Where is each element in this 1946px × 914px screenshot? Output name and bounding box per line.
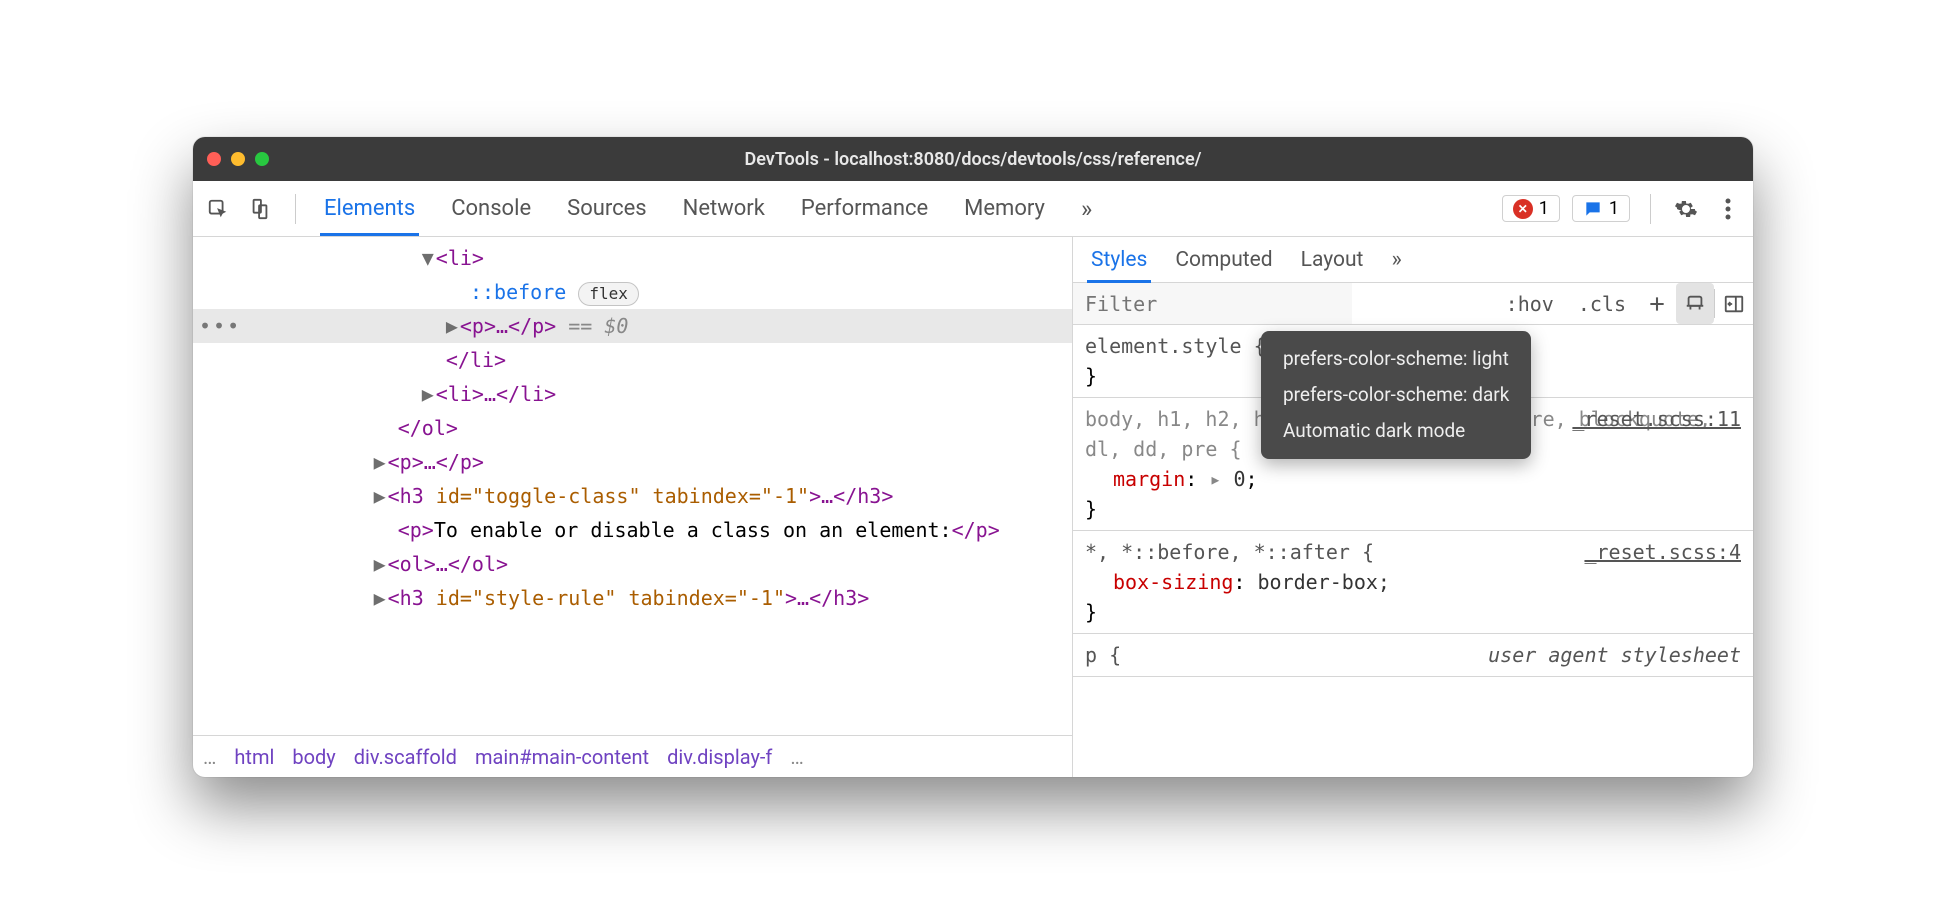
css-property[interactable]: box-sizing: border-box; — [1085, 567, 1741, 597]
dom-line[interactable]: ▶<h3 id="toggle-class" tabindex="-1">…</… — [193, 479, 1072, 513]
breadcrumb-item[interactable]: body — [292, 745, 335, 769]
layout-flex-pill[interactable]: flex — [578, 282, 639, 306]
dom-tree[interactable]: ▼<li> ::before flex ••• ▶<p>…</p> == $0 … — [193, 237, 1072, 735]
dom-line[interactable]: ▼<li> — [193, 241, 1072, 275]
dom-line[interactable]: </li> — [193, 343, 1072, 377]
error-badge[interactable]: ✕ 1 — [1502, 195, 1560, 222]
side-tab-styles[interactable]: Styles — [1091, 238, 1147, 282]
styles-pane: Styles Computed Layout » :hov .cls — [1073, 237, 1753, 777]
dom-line[interactable]: ▶<li>…</li> — [193, 377, 1072, 411]
settings-gear-icon[interactable] — [1671, 194, 1701, 224]
rule-close: } — [1085, 494, 1741, 524]
popup-item-light[interactable]: prefers-color-scheme: light — [1279, 341, 1513, 377]
window-close-button[interactable] — [207, 152, 221, 166]
main-toolbar: Elements Console Sources Network Perform… — [193, 181, 1753, 237]
gutter-dots-icon[interactable]: ••• — [199, 309, 241, 343]
dom-line-selected[interactable]: ••• ▶<p>…</p> == $0 — [193, 309, 1072, 343]
issues-badge[interactable]: 1 — [1572, 195, 1630, 222]
style-rule[interactable]: user agent stylesheet p { — [1073, 634, 1753, 677]
separator — [1650, 194, 1651, 224]
side-tab-computed[interactable]: Computed — [1175, 238, 1272, 282]
color-scheme-popup: prefers-color-scheme: light prefers-colo… — [1261, 331, 1531, 459]
window-title: DevTools - localhost:8080/docs/devtools/… — [745, 149, 1202, 170]
separator — [295, 194, 296, 224]
content: ▼<li> ::before flex ••• ▶<p>…</p> == $0 … — [193, 237, 1753, 777]
dom-line[interactable]: <p>To enable or disable a class on an el… — [193, 513, 1072, 547]
device-toggle-icon[interactable] — [245, 194, 275, 224]
devtools-window: DevTools - localhost:8080/docs/devtools/… — [193, 137, 1753, 777]
filter-bar: :hov .cls — [1073, 283, 1753, 325]
error-icon: ✕ — [1513, 199, 1533, 219]
breadcrumb-item[interactable]: main#main-content — [475, 745, 649, 769]
source-link-ua: user agent stylesheet — [1488, 640, 1741, 670]
breadcrumb-item[interactable]: div.scaffold — [354, 745, 457, 769]
titlebar: DevTools - localhost:8080/docs/devtools/… — [193, 137, 1753, 181]
breadcrumb-item[interactable]: html — [234, 745, 274, 769]
side-tabs-overflow-icon[interactable]: » — [1391, 247, 1401, 272]
toggle-sidebar-icon[interactable] — [1715, 283, 1753, 324]
tab-network[interactable]: Network — [683, 182, 765, 235]
window-minimize-button[interactable] — [231, 152, 245, 166]
css-property[interactable]: margin: ▸ 0; — [1085, 464, 1741, 494]
side-tab-layout[interactable]: Layout — [1301, 238, 1364, 282]
message-count: 1 — [1609, 198, 1619, 219]
main-tabs: Elements Console Sources Network Perform… — [316, 182, 1092, 235]
new-style-rule-plus-icon[interactable] — [1638, 283, 1676, 324]
source-link[interactable]: _reset.scss:11 — [1572, 404, 1741, 434]
tab-performance[interactable]: Performance — [801, 182, 928, 235]
rule-close: } — [1085, 597, 1741, 627]
toggle-cls-button[interactable]: .cls — [1566, 283, 1638, 324]
breadcrumb-overflow-left[interactable]: … — [203, 745, 216, 769]
tabs-overflow-icon[interactable]: » — [1081, 195, 1092, 223]
dom-line[interactable]: </ol> — [193, 411, 1072, 445]
styles-filter-input[interactable] — [1073, 283, 1352, 324]
traffic-lights — [207, 152, 269, 166]
popup-item-dark[interactable]: prefers-color-scheme: dark — [1279, 377, 1513, 413]
tab-memory[interactable]: Memory — [964, 182, 1045, 235]
toggle-hov-button[interactable]: :hov — [1494, 283, 1566, 324]
breadcrumb-overflow-right[interactable]: … — [790, 745, 803, 769]
dom-breadcrumb: … html body div.scaffold main#main-conte… — [193, 735, 1072, 777]
tab-sources[interactable]: Sources — [567, 182, 647, 235]
popup-item-auto-dark[interactable]: Automatic dark mode — [1279, 413, 1513, 449]
tab-console[interactable]: Console — [451, 182, 531, 235]
inspect-element-icon[interactable] — [203, 194, 233, 224]
rendering-emulation-icon[interactable] — [1676, 283, 1714, 324]
elements-pane: ▼<li> ::before flex ••• ▶<p>…</p> == $0 … — [193, 237, 1073, 777]
error-count: 1 — [1539, 198, 1549, 219]
dom-line[interactable]: ▶<p>…</p> — [193, 445, 1072, 479]
dom-line[interactable]: ▶<h3 id="style-rule" tabindex="-1">…</h3… — [193, 581, 1072, 615]
source-link[interactable]: _reset.scss:4 — [1584, 537, 1741, 567]
side-tabs: Styles Computed Layout » — [1073, 237, 1753, 283]
dom-line[interactable]: ::before flex — [193, 275, 1072, 309]
window-maximize-button[interactable] — [255, 152, 269, 166]
toolbar-right: ✕ 1 1 — [1502, 194, 1743, 224]
message-icon — [1583, 199, 1603, 219]
breadcrumb-item[interactable]: div.display-f — [667, 745, 772, 769]
dom-line[interactable]: ▶<ol>…</ol> — [193, 547, 1072, 581]
kebab-menu-icon[interactable] — [1713, 194, 1743, 224]
tab-elements[interactable]: Elements — [324, 182, 415, 235]
style-rule[interactable]: _reset.scss:4 *, *::before, *::after { b… — [1073, 531, 1753, 634]
